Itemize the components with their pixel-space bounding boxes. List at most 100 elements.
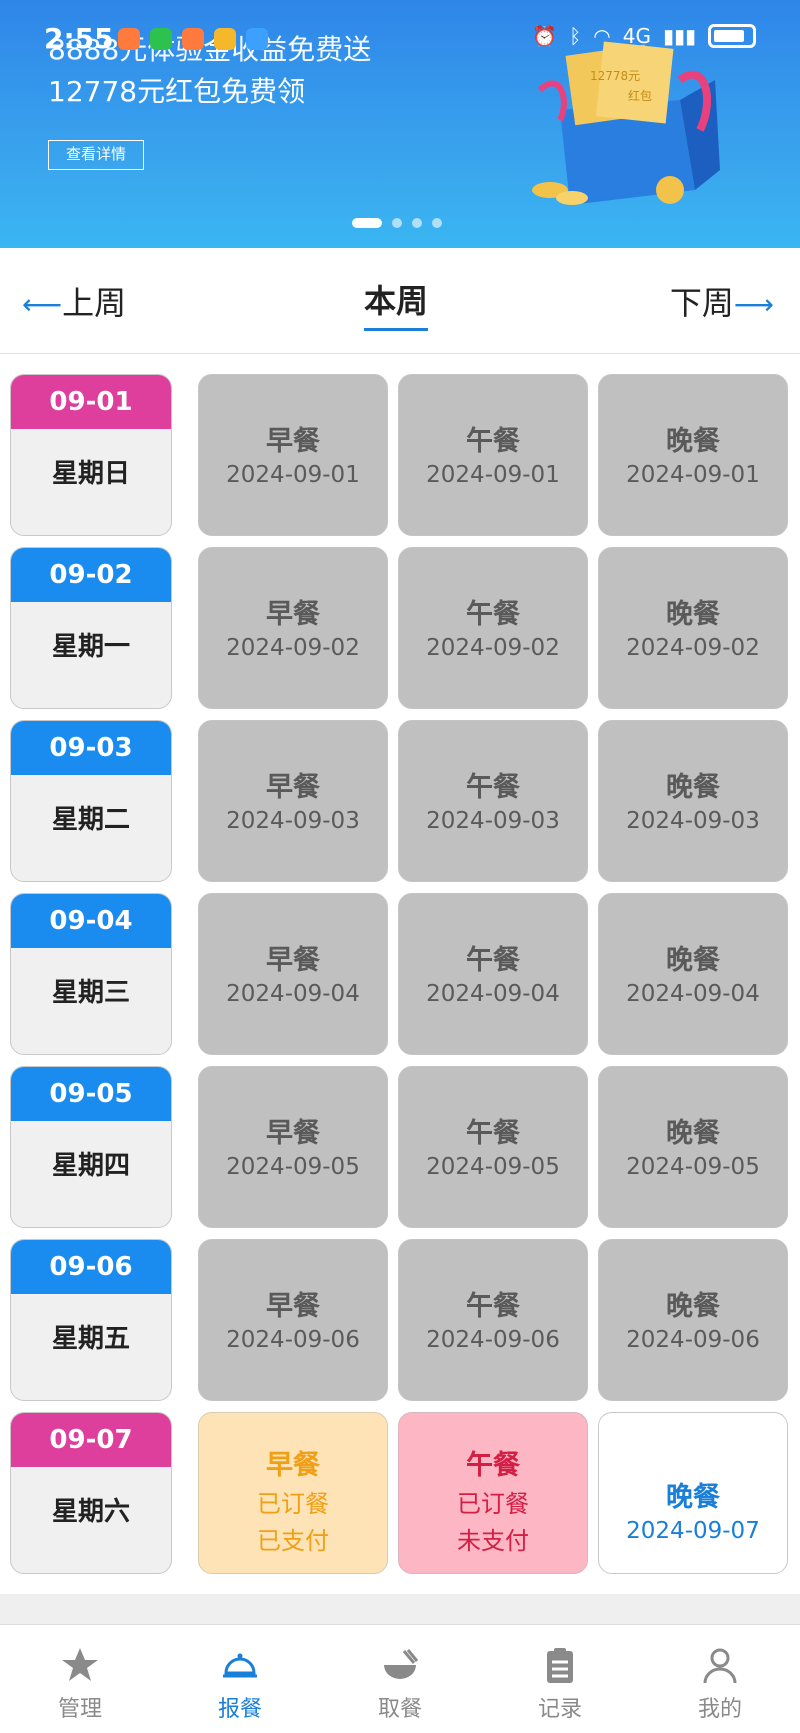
meal-order-status: 已订餐 <box>457 1490 529 1518</box>
meal-date: 2024-09-01 <box>626 462 760 488</box>
meal-cell[interactable]: 早餐 2024-09-02 <box>198 547 388 709</box>
meal-cell[interactable]: 晚餐 2024-09-07 <box>598 1412 788 1574</box>
bluetooth-icon: ᛒ <box>569 24 582 48</box>
current-week-tab[interactable]: 本周 <box>364 276 429 331</box>
carousel-dot[interactable] <box>352 218 382 228</box>
meal-name: 午餐 <box>466 426 520 457</box>
status-bar: 2:55 ⏰ ᛒ ◠ 4G ▮▮▮ <box>0 18 800 58</box>
meal-cell[interactable]: 午餐 2024-09-06 <box>398 1239 588 1401</box>
person-icon <box>640 1643 800 1687</box>
tab-pickup[interactable]: 取餐 <box>320 1625 480 1733</box>
banner-subheadline: 12778元红包免费领 <box>48 75 306 108</box>
day-date: 09-01 <box>11 375 171 429</box>
meal-cell[interactable]: 午餐 已订餐 未支付 <box>398 1412 588 1574</box>
meal-cell[interactable]: 午餐 2024-09-04 <box>398 893 588 1055</box>
day-card[interactable]: 09-04 星期三 <box>10 893 172 1055</box>
meal-cell[interactable]: 晚餐 2024-09-02 <box>598 547 788 709</box>
meal-date: 2024-09-05 <box>626 1154 760 1180</box>
tab-label: 我的 <box>697 1697 742 1722</box>
signal-icon: ▮▮▮ <box>662 24 696 48</box>
carousel-dot[interactable] <box>432 218 442 228</box>
meal-date: 2024-09-05 <box>226 1154 360 1180</box>
tab-profile[interactable]: 我的 <box>640 1625 800 1733</box>
tab-records[interactable]: 记录 <box>480 1625 640 1733</box>
meal-date: 2024-09-03 <box>426 808 560 834</box>
meal-payment-status: 已支付 <box>257 1527 329 1555</box>
day-row: 09-05 星期四 早餐 2024-09-05 午餐 2024-09-05 晚餐 2024-0… <box>0 1046 800 1228</box>
meal-date: 2024-09-04 <box>626 981 760 1007</box>
meal-cell[interactable]: 午餐 2024-09-02 <box>398 547 588 709</box>
meal-date: 2024-09-04 <box>426 981 560 1007</box>
carousel-dot[interactable] <box>392 218 402 228</box>
carousel-dots <box>352 218 442 228</box>
day-row: 09-03 星期二 早餐 2024-09-03 午餐 2024-09-03 晚餐 2024-0… <box>0 700 800 882</box>
meal-cell[interactable]: 晚餐 2024-09-04 <box>598 893 788 1055</box>
notification-icon <box>182 28 204 50</box>
arrow-left-icon: ⟵ <box>22 288 63 321</box>
view-details-button[interactable]: 查看详情 <box>48 140 144 170</box>
day-card[interactable]: 09-06 星期五 <box>10 1239 172 1401</box>
meal-cell[interactable]: 早餐 2024-09-03 <box>198 720 388 882</box>
notification-icon <box>246 28 268 50</box>
day-card[interactable]: 09-05 星期四 <box>10 1066 172 1228</box>
meal-date: 2024-09-06 <box>226 1327 360 1353</box>
next-week-button[interactable]: 下周⟶ <box>670 278 774 324</box>
day-card[interactable]: 09-01 星期日 <box>10 374 172 536</box>
day-card[interactable]: 09-02 星期一 <box>10 547 172 709</box>
meal-cell[interactable]: 早餐 已订餐 已支付 <box>198 1412 388 1574</box>
meal-payment-status: 未支付 <box>457 1527 529 1555</box>
meal-name: 晚餐 <box>666 945 720 976</box>
day-weekday: 星期三 <box>51 978 130 1008</box>
carousel-dot[interactable] <box>412 218 422 228</box>
meal-cell[interactable]: 晚餐 2024-09-05 <box>598 1066 788 1228</box>
gift-box-illustration: 12778元 红包 <box>532 41 720 205</box>
meal-name: 午餐 <box>466 945 520 976</box>
tab-order-meal[interactable]: 报餐 <box>160 1625 320 1733</box>
meal-order-status: 已订餐 <box>257 1490 329 1518</box>
meal-cell[interactable]: 午餐 2024-09-03 <box>398 720 588 882</box>
star-icon <box>0 1643 160 1687</box>
tab-manage[interactable]: 管理 <box>0 1625 160 1733</box>
tab-label: 报餐 <box>217 1697 262 1722</box>
meal-cell[interactable]: 午餐 2024-09-05 <box>398 1066 588 1228</box>
previous-week-label: 上周 <box>62 284 127 322</box>
day-weekday: 星期五 <box>51 1324 130 1354</box>
arrow-right-icon: ⟶ <box>733 288 774 321</box>
day-date: 09-06 <box>11 1240 171 1294</box>
meal-cell[interactable]: 早餐 2024-09-05 <box>198 1066 388 1228</box>
meal-cell[interactable]: 早餐 2024-09-01 <box>198 374 388 536</box>
meal-cell[interactable]: 晚餐 2024-09-03 <box>598 720 788 882</box>
meal-cell[interactable]: 晚餐 2024-09-01 <box>598 374 788 536</box>
day-card[interactable]: 09-07 星期六 <box>10 1412 172 1574</box>
meal-name: 早餐 <box>266 1450 320 1481</box>
day-weekday: 星期二 <box>51 805 130 835</box>
meal-name: 早餐 <box>266 772 320 803</box>
meal-date: 2024-09-03 <box>226 808 360 834</box>
notification-icon <box>214 28 236 50</box>
day-row: 09-04 星期三 早餐 2024-09-04 午餐 2024-09-04 晚餐 2024-0… <box>0 873 800 1055</box>
meal-name: 午餐 <box>466 1118 520 1149</box>
promo-banner[interactable]: 8888元体验金收益免费送 12778元红包免费领 查看详情 12778元 红包… <box>0 0 800 248</box>
meal-name: 早餐 <box>266 1118 320 1149</box>
meal-name: 早餐 <box>266 945 320 976</box>
day-card[interactable]: 09-03 星期二 <box>10 720 172 882</box>
cloche-icon <box>160 1643 320 1687</box>
bowl-icon <box>320 1643 480 1687</box>
wechat-icon <box>150 28 172 50</box>
meal-name: 晚餐 <box>666 1118 720 1149</box>
day-weekday: 星期四 <box>51 1151 130 1181</box>
wifi-icon: ◠ <box>593 24 611 48</box>
meal-name: 晚餐 <box>666 772 720 803</box>
meal-cell[interactable]: 早餐 2024-09-04 <box>198 893 388 1055</box>
network-label: 4G <box>622 24 651 48</box>
meal-name: 午餐 <box>466 772 520 803</box>
notification-icon <box>118 28 140 50</box>
meal-cell[interactable]: 晚餐 2024-09-06 <box>598 1239 788 1401</box>
clipboard-icon <box>480 1643 640 1687</box>
meal-cell[interactable]: 早餐 2024-09-06 <box>198 1239 388 1401</box>
meal-cell[interactable]: 午餐 2024-09-01 <box>398 374 588 536</box>
day-date: 09-07 <box>11 1413 171 1467</box>
meal-date: 2024-09-02 <box>626 635 760 661</box>
day-date: 09-02 <box>11 548 171 602</box>
previous-week-button[interactable]: ⟵上周 <box>22 278 126 324</box>
